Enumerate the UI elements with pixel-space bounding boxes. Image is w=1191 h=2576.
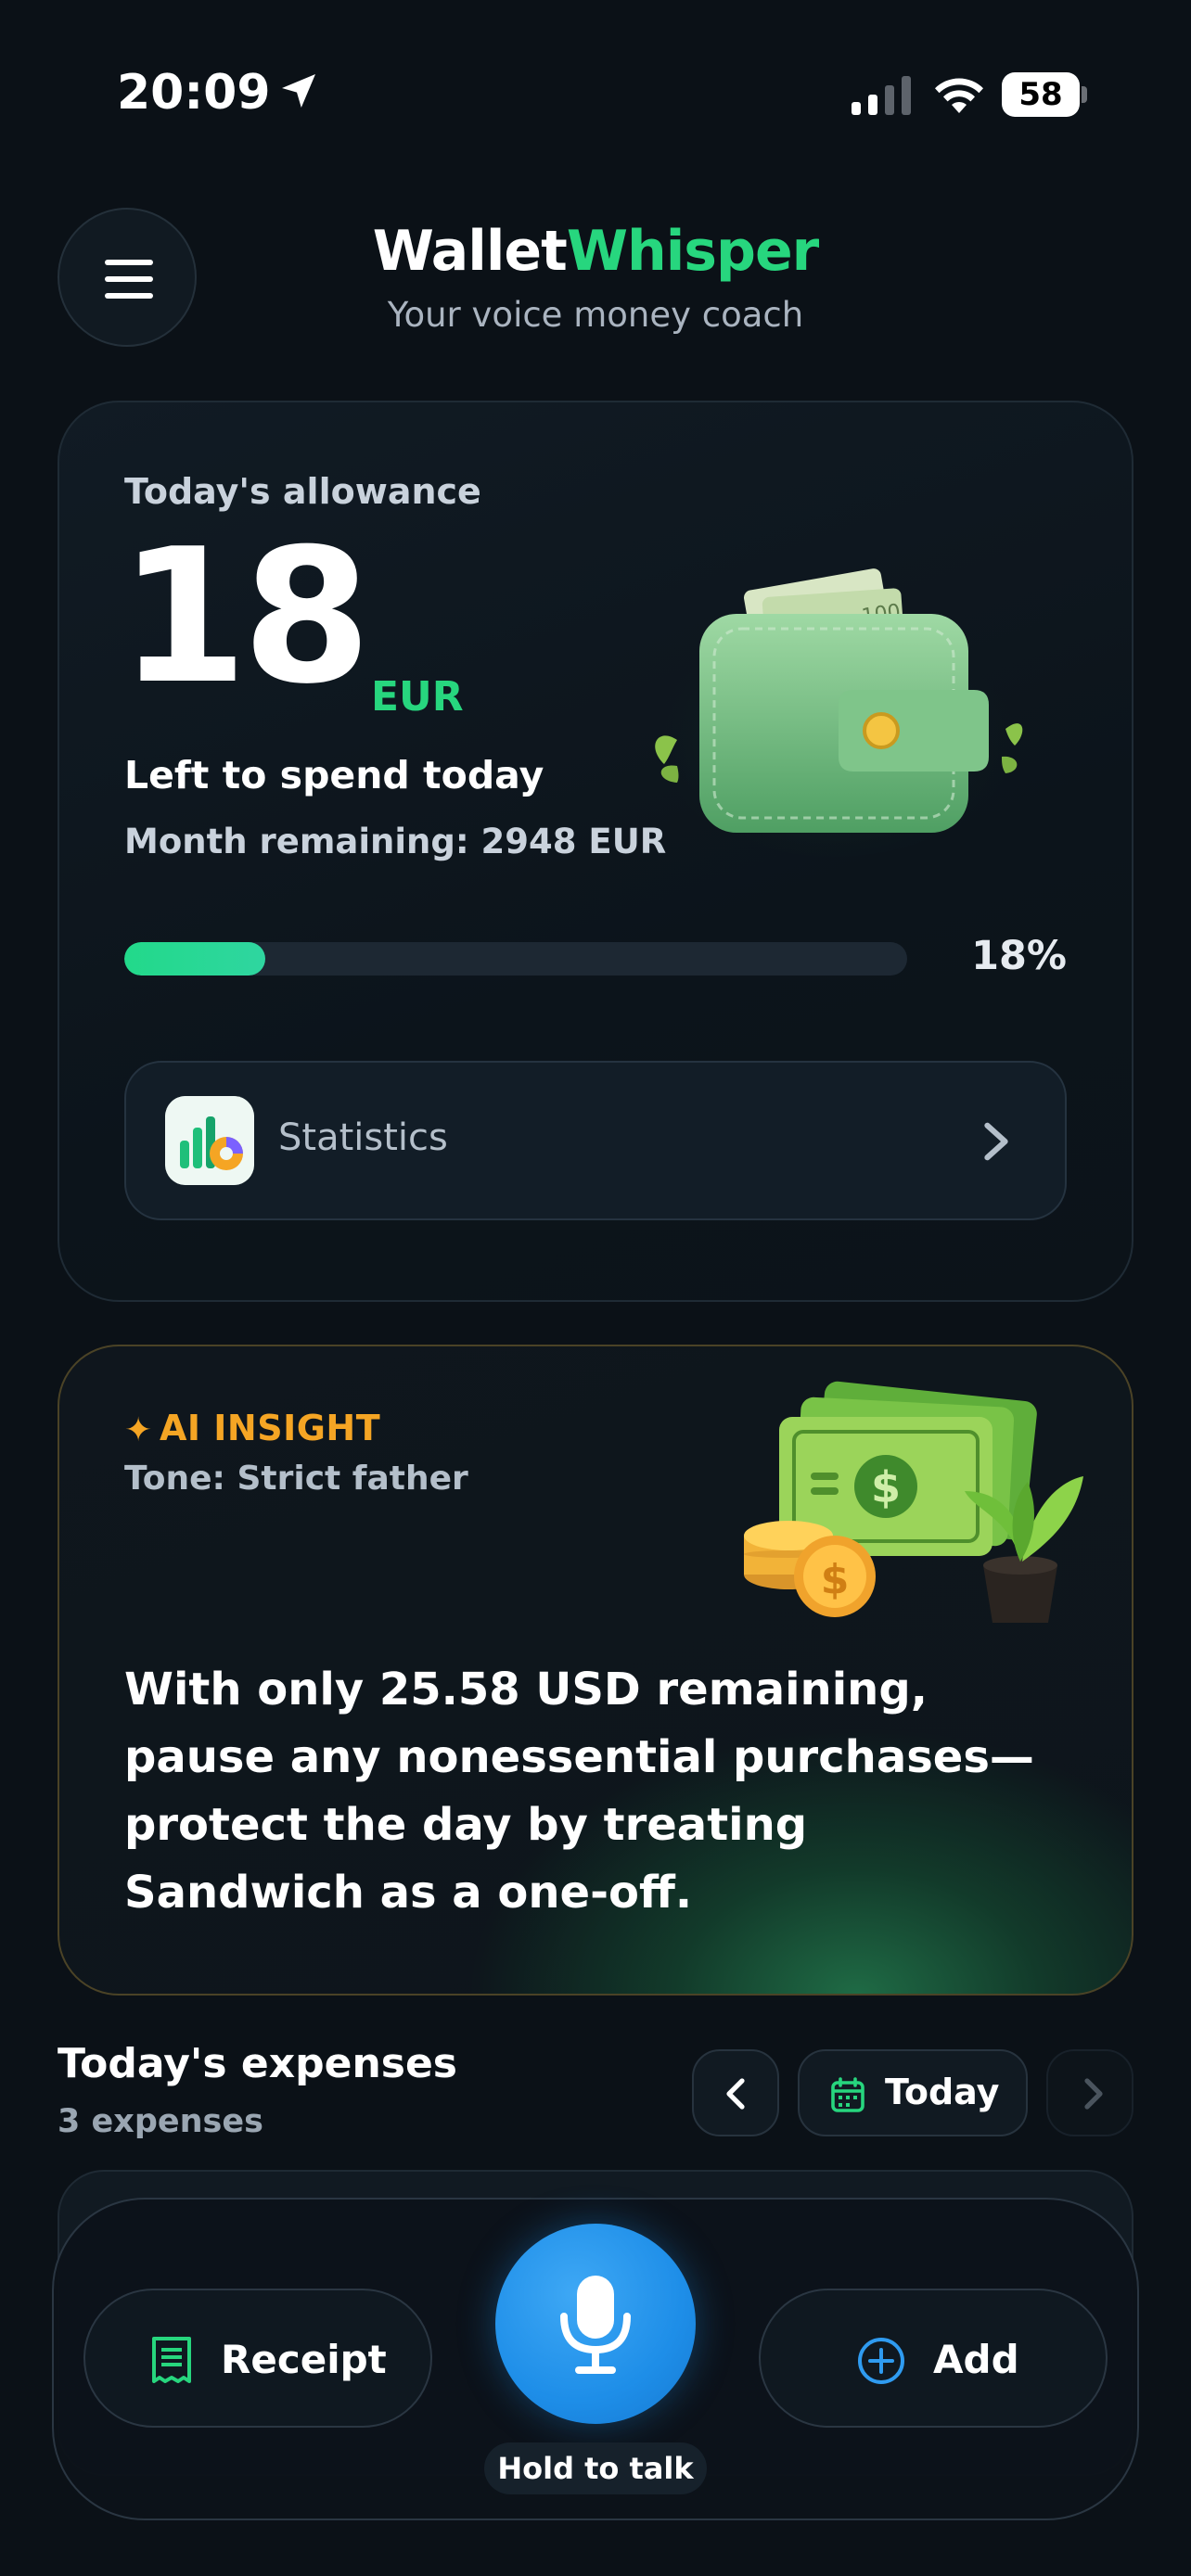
hold-to-talk-label: Hold to talk xyxy=(484,2442,707,2494)
statistics-icon xyxy=(165,1096,254,1185)
add-expense-button[interactable]: Add xyxy=(759,2289,1108,2428)
progress-fill xyxy=(124,942,265,976)
receipt-button[interactable]: Receipt xyxy=(83,2289,432,2428)
plus-circle-icon xyxy=(858,2338,904,2384)
allowance-amount: 18 xyxy=(119,509,371,725)
insight-message: With only 25.58 USD remaining, pause any… xyxy=(124,1664,1034,1919)
receipt-label: Receipt xyxy=(221,2337,387,2382)
svg-text:$: $ xyxy=(821,1556,850,1603)
receipt-icon xyxy=(152,2337,191,2383)
battery-level: 58 xyxy=(1018,76,1063,113)
chevron-right-icon xyxy=(984,1122,1008,1161)
expenses-title: Today's expenses xyxy=(58,2040,457,2087)
calendar-icon xyxy=(831,2077,864,2112)
insight-tone: Tone: Strict father xyxy=(124,1460,468,1498)
menu-button[interactable] xyxy=(58,208,197,347)
app-tagline: Your voice money coach xyxy=(387,295,804,335)
progress-percent: 18% xyxy=(971,933,1067,979)
insight-title: AI INSIGHT xyxy=(160,1408,381,1448)
wifi-icon xyxy=(935,78,983,113)
location-arrow-icon xyxy=(282,74,315,108)
month-remaining: Month remaining: 2948 EUR xyxy=(124,822,667,861)
sparkle-icon: ✦ xyxy=(124,1411,153,1449)
chevron-right-icon xyxy=(1084,2078,1103,2110)
allowance-label: Today's allowance xyxy=(124,471,481,512)
money-plant-illustration: $ $ xyxy=(744,1381,1083,1623)
allowance-subtitle: Left to spend today xyxy=(124,753,544,797)
app-title: WalletWhisper xyxy=(372,219,819,284)
microphone-icon xyxy=(560,2276,631,2374)
svg-text:$: $ xyxy=(871,1462,901,1512)
statistics-button[interactable] xyxy=(124,1061,1067,1220)
menu-icon xyxy=(105,260,153,265)
wallet-illustration: 100 100 xyxy=(649,568,1023,857)
expenses-count: 3 expenses xyxy=(58,2103,263,2140)
microphone-button[interactable] xyxy=(495,2224,696,2424)
previous-day-button[interactable] xyxy=(692,2049,779,2136)
allowance-currency: EUR xyxy=(371,673,464,721)
add-label: Add xyxy=(933,2337,1019,2382)
next-day-button[interactable] xyxy=(1046,2049,1133,2136)
status-time: 20:09 xyxy=(117,65,271,121)
signal-icon xyxy=(852,76,911,115)
statistics-label: Statistics xyxy=(278,1116,448,1159)
date-label: Today xyxy=(885,2072,1000,2112)
battery-icon: 58 xyxy=(1002,72,1087,119)
chevron-left-icon xyxy=(726,2078,745,2110)
date-picker-button[interactable]: Today xyxy=(798,2049,1028,2136)
allowance-progress-bar xyxy=(124,942,907,976)
